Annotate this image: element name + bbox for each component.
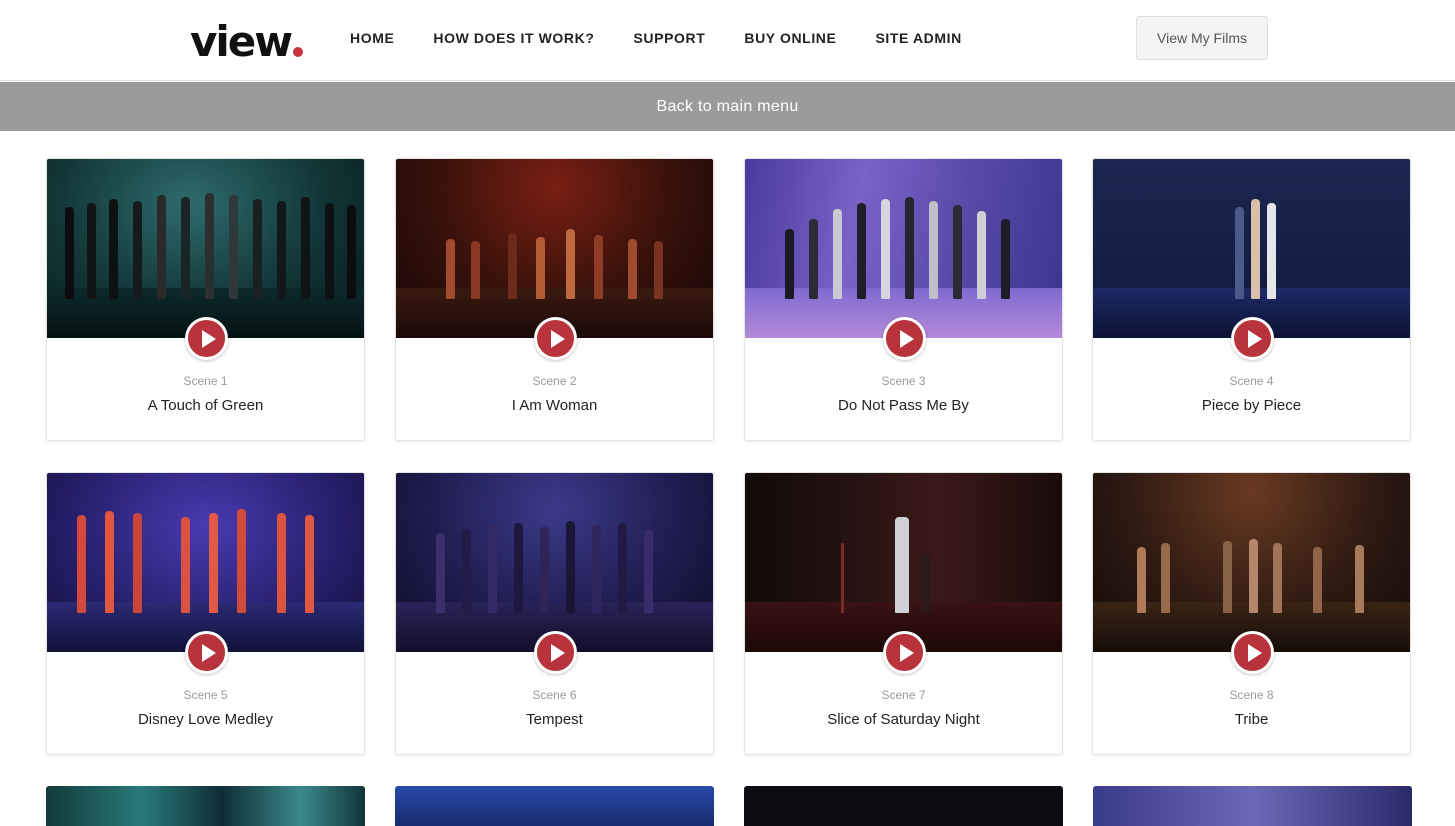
scene-card-4[interactable]: Scene 4 Piece by Piece <box>1092 158 1411 441</box>
scene-number: Scene 2 <box>532 374 577 388</box>
view-my-films-button[interactable]: View My Films <box>1136 16 1268 60</box>
scene-card-8[interactable]: Scene 8 Tribe <box>1092 472 1411 755</box>
scene-card-2[interactable]: Scene 2 I Am Woman <box>395 158 714 441</box>
scene-thumbnail <box>396 159 713 338</box>
top-navigation-bar: view HOME HOW DOES IT WORK? SUPPORT BUY … <box>0 0 1455 81</box>
nav-how-it-works[interactable]: HOW DOES IT WORK? <box>433 30 594 46</box>
scene-number: Scene 1 <box>183 374 228 388</box>
scene-thumbnail <box>745 473 1062 652</box>
logo-wordmark: view <box>190 17 293 66</box>
scene-title: Slice of Saturday Night <box>827 711 980 728</box>
scene-title: A Touch of Green <box>147 397 264 414</box>
nav-support[interactable]: SUPPORT <box>633 30 705 46</box>
scene-card-6[interactable]: Scene 6 Tempest <box>395 472 714 755</box>
nav-buy-online[interactable]: BUY ONLINE <box>744 30 836 46</box>
brand-logo[interactable]: view <box>190 17 304 66</box>
main-nav: HOME HOW DOES IT WORK? SUPPORT BUY ONLIN… <box>350 30 1001 46</box>
play-icon[interactable] <box>883 631 926 674</box>
back-to-main-menu-label: Back to main menu <box>656 97 799 115</box>
play-icon[interactable] <box>185 631 228 674</box>
scene-thumbnail <box>47 159 364 338</box>
scene-thumbnail <box>396 473 713 652</box>
play-icon[interactable] <box>883 317 926 360</box>
scene-thumbnail <box>1093 473 1410 652</box>
scene-number: Scene 5 <box>183 688 228 702</box>
play-icon[interactable] <box>534 317 577 360</box>
nav-home[interactable]: HOME <box>350 30 394 46</box>
scene-card-partial[interactable] <box>395 786 714 826</box>
play-icon[interactable] <box>185 317 228 360</box>
scene-card-5[interactable]: Scene 5 Disney Love Medley <box>46 472 365 755</box>
scene-number: Scene 8 <box>1229 688 1274 702</box>
play-icon[interactable] <box>1231 631 1274 674</box>
scene-title: Piece by Piece <box>1201 397 1302 414</box>
scene-title: Disney Love Medley <box>137 711 274 728</box>
play-icon[interactable] <box>534 631 577 674</box>
scene-thumbnail <box>745 159 1062 338</box>
scene-card-partial[interactable] <box>744 786 1063 826</box>
scene-title: Do Not Pass Me By <box>838 397 969 414</box>
logo-dot <box>293 47 304 57</box>
scene-thumbnail <box>47 473 364 652</box>
scene-thumbnail <box>1093 159 1410 338</box>
scene-number: Scene 6 <box>532 688 577 702</box>
scene-number: Scene 4 <box>1229 374 1274 388</box>
scene-card-1[interactable]: Scene 1 A Touch of Green <box>46 158 365 441</box>
scene-title: Tribe <box>1234 711 1269 728</box>
back-to-main-menu-bar[interactable]: Back to main menu <box>0 82 1455 131</box>
scene-card-3[interactable]: Scene 3 Do Not Pass Me By <box>744 158 1063 441</box>
scene-card-7[interactable]: Scene 7 Slice of Saturday Night <box>744 472 1063 755</box>
scene-card-partial[interactable] <box>46 786 365 826</box>
scene-number: Scene 7 <box>881 688 926 702</box>
scene-card-partial[interactable] <box>1093 786 1412 826</box>
scene-title: Tempest <box>526 711 583 728</box>
nav-site-admin[interactable]: SITE ADMIN <box>875 30 961 46</box>
scene-title: I Am Woman <box>511 397 598 414</box>
scene-number: Scene 3 <box>881 374 926 388</box>
play-icon[interactable] <box>1231 317 1274 360</box>
